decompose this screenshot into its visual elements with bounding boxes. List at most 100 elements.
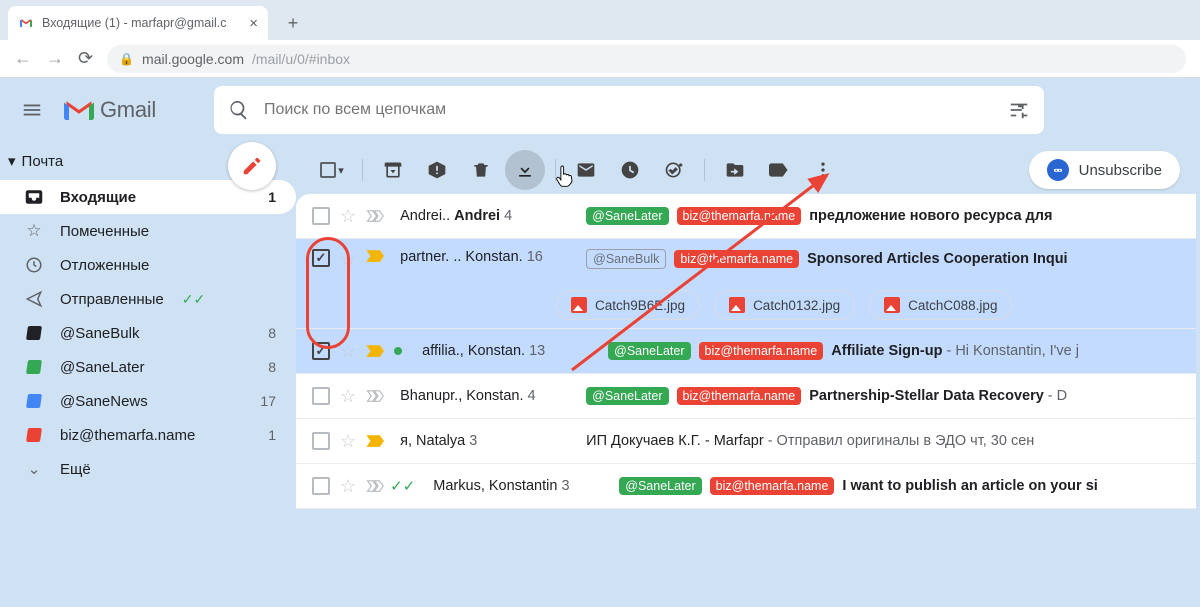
new-tab-button[interactable]: + [278, 8, 308, 38]
label-biz[interactable]: biz@themarfa.name [699, 342, 824, 360]
label-biz[interactable]: biz@themarfa.name [674, 250, 799, 268]
message-sender: Andrei.. Andrei 4 [400, 208, 580, 224]
sidebar-more-label: Ещё [60, 461, 91, 478]
sidebar-item-sanebulk[interactable]: @SaneBulk8 [0, 316, 296, 350]
snooze-button[interactable] [610, 150, 650, 190]
sidebar: ▾ Почта Входящие1☆ПомеченныеОтложенныеОт… [0, 142, 296, 607]
sidebar-item-label: Отправленные [60, 291, 164, 308]
row-checkbox[interactable] [312, 207, 330, 225]
label-sanebulk[interactable]: @SaneBulk [586, 249, 666, 269]
sidebar-item-помеченные[interactable]: ☆Помеченные [0, 214, 296, 248]
sidebar-item-sanelater[interactable]: @SaneLater8 [0, 350, 296, 384]
ninja-icon [1047, 159, 1069, 181]
message-row[interactable]: ☆ affilia., Konstan. 13 @SaneLater biz@the… [296, 329, 1196, 374]
label-biz[interactable]: biz@themarfa.name [710, 477, 835, 495]
report-spam-button[interactable] [417, 150, 457, 190]
importance-marker[interactable] [366, 344, 384, 358]
message-sender: affilia., Konstan. 13 [422, 343, 602, 359]
add-task-button[interactable] [654, 150, 694, 190]
gmail-logo[interactable]: Gmail [64, 97, 156, 123]
message-row[interactable]: ☆я, Natalya 3ИП Докучаев К.Г. - Marfapr … [296, 419, 1196, 464]
star-icon[interactable]: ☆ [340, 431, 356, 452]
url-path: /mail/u/0/#inbox [252, 51, 350, 67]
unsubscribe-button[interactable]: Unsubscribe [1029, 151, 1180, 189]
row-checkbox[interactable] [312, 432, 330, 450]
sidebar-more[interactable]: ⌄ Ещё [0, 452, 296, 486]
sidebar-item-отложенные[interactable]: Отложенные [0, 248, 296, 282]
close-tab-icon[interactable]: × [249, 15, 258, 32]
message-sender: Markus, Konstantin 3 [433, 478, 613, 494]
star-icon[interactable]: ☆ [340, 386, 356, 407]
move-to-button[interactable] [715, 150, 755, 190]
labels-button[interactable] [759, 150, 799, 190]
message-row[interactable]: ☆ ✓✓ Markus, Konstantin 3 @SaneLater biz@th… [296, 464, 1196, 509]
chevron-down-icon: ⌄ [24, 460, 44, 478]
sidebar-item-count: 17 [260, 393, 276, 409]
gmail-header: Gmail [0, 78, 1200, 142]
message-subject: Sponsored Articles Cooperation Inqui [807, 251, 1067, 267]
row-checkbox[interactable] [312, 342, 330, 360]
star-icon[interactable]: ☆ [340, 476, 356, 497]
sidebar-item-label: biz@themarfa.name [60, 427, 195, 444]
search-icon [228, 99, 250, 121]
label-sanelater[interactable]: @SaneLater [586, 207, 668, 225]
send-icon [24, 290, 44, 308]
image-icon [884, 297, 900, 313]
search-options-icon[interactable] [1008, 99, 1030, 121]
sidebar-item-count: 1 [268, 427, 276, 443]
gmail-wordmark: Gmail [100, 97, 156, 123]
importance-marker[interactable] [366, 209, 384, 223]
message-row[interactable]: ☆partner. .. Konstan. 16@SaneBulk biz@th… [296, 239, 1196, 329]
sidebar-item-отправленные[interactable]: Отправленные ✓✓ [0, 282, 296, 316]
sidebar-item-label: Отложенные [60, 257, 149, 274]
mark-unread-button[interactable] [566, 150, 606, 190]
row-checkbox[interactable] [312, 387, 330, 405]
action-toolbar: ▾ Unsubscribe [296, 146, 1196, 194]
message-row[interactable]: ☆Bhanupr., Konstan. 4@SaneLater biz@them… [296, 374, 1196, 419]
row-checkbox[interactable] [312, 477, 330, 495]
label-sanelater[interactable]: @SaneLater [586, 387, 668, 405]
compose-button[interactable] [228, 142, 276, 190]
lbl-red-icon [24, 428, 44, 442]
caret-down-icon: ▾ [338, 164, 344, 177]
address-bar[interactable]: 🔒 mail.google.com/mail/u/0/#inbox [107, 45, 1186, 73]
label-biz[interactable]: biz@themarfa.name [677, 387, 802, 405]
more-button[interactable] [803, 150, 843, 190]
sidebar-item-label: Помеченные [60, 223, 149, 240]
delete-button[interactable] [461, 150, 501, 190]
sidebar-item-label: @SaneLater [60, 359, 144, 376]
label-sanelater[interactable]: @SaneLater [619, 477, 701, 495]
double-check-icon: ✓✓ [390, 477, 415, 495]
search-input[interactable] [264, 101, 994, 119]
label-biz[interactable]: biz@themarfa.name [677, 207, 802, 225]
message-subject: Partnership-Stellar Data Recovery - D [809, 388, 1067, 404]
lbl-blue-icon [24, 394, 44, 408]
main-menu-button[interactable] [8, 86, 56, 134]
archive-button[interactable] [373, 150, 413, 190]
star-icon[interactable]: ☆ [340, 341, 356, 362]
select-all-checkbox[interactable]: ▾ [312, 150, 352, 190]
forward-button[interactable]: → [46, 48, 64, 69]
star-icon[interactable]: ☆ [340, 206, 356, 227]
presence-dot-icon [394, 347, 402, 355]
importance-marker[interactable] [366, 434, 384, 448]
reload-button[interactable]: ⟳ [78, 48, 93, 69]
label-sanelater[interactable]: @SaneLater [608, 342, 690, 360]
star-icon[interactable]: ☆ [340, 249, 356, 270]
browser-tab[interactable]: Входящие (1) - marfapr@gmail.c × [8, 6, 268, 40]
attachment-chip[interactable]: CatchC088.jpg [869, 290, 1012, 320]
browser-tab-strip: Входящие (1) - marfapr@gmail.c × + [0, 0, 1200, 40]
double-check-icon: ✓✓ [182, 291, 205, 308]
row-checkbox[interactable] [312, 249, 330, 267]
attachment-chip[interactable]: Catch0132.jpg [714, 290, 855, 320]
back-button[interactable]: ← [14, 48, 32, 69]
download-button[interactable] [505, 150, 545, 190]
sidebar-item-sanenews[interactable]: @SaneNews17 [0, 384, 296, 418]
importance-marker[interactable] [366, 389, 384, 403]
importance-marker[interactable] [366, 249, 384, 263]
importance-marker[interactable] [366, 479, 384, 493]
sidebar-item-bizthemarfaname[interactable]: biz@themarfa.name 1 [0, 418, 296, 452]
attachment-chip[interactable]: Catch9B6E.jpg [556, 290, 700, 320]
message-row[interactable]: ☆ Andrei.. Andrei 4 @SaneLater biz@themarf… [296, 194, 1196, 239]
search-bar[interactable] [214, 86, 1044, 134]
